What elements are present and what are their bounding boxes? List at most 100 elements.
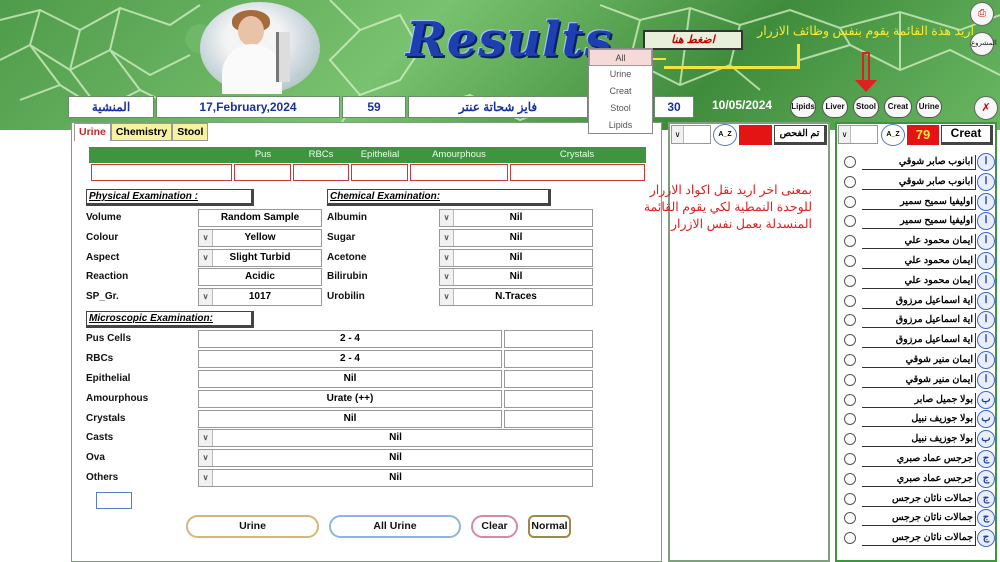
category-dropdown-list[interactable]: All Urine Creat Stool Lipids xyxy=(588,48,653,134)
patient-radio[interactable] xyxy=(844,433,856,446)
patient-row[interactable]: جمالات ناثان جرجس ج xyxy=(838,508,996,528)
patient-radio[interactable] xyxy=(844,353,856,366)
summary-cell-epithelial[interactable] xyxy=(351,164,408,181)
patient-radio[interactable] xyxy=(844,373,856,386)
patient-name[interactable]: ايمان محمود علي xyxy=(862,273,976,289)
patient-letter-badge[interactable]: ج xyxy=(977,489,995,508)
patient-row[interactable]: اية اسماعيل مرزوق ا xyxy=(838,310,996,330)
patient-radio[interactable] xyxy=(844,314,856,327)
dropdown-option[interactable]: All xyxy=(589,49,652,66)
patient-row[interactable]: اية اسماعيل مرزوق ا xyxy=(838,330,996,350)
patient-row[interactable]: بولا جوزيف نبيل ب xyxy=(838,409,996,429)
patient-name[interactable]: جمالات ناثان جرجس xyxy=(862,511,976,527)
patient-name[interactable]: جمالات ناثان جرجس xyxy=(862,491,976,507)
patient-radio[interactable] xyxy=(844,393,856,406)
all-urine-button[interactable]: All Urine xyxy=(329,515,461,538)
patient-radio[interactable] xyxy=(844,274,856,287)
patient-row[interactable]: ايمان منير شوقي ا xyxy=(838,370,996,390)
patient-radio[interactable] xyxy=(844,195,856,208)
done-sort-button[interactable]: A_Z xyxy=(713,124,737,146)
summary-cell-rbcs[interactable] xyxy=(293,164,349,181)
patient-name[interactable]: جمالات ناثان جرجس xyxy=(862,531,976,547)
epithelial-extra[interactable] xyxy=(504,370,593,388)
aspect-select[interactable]: ∨ Slight Turbid xyxy=(198,249,322,267)
patient-row[interactable]: اوليفيا سميح سمير ا xyxy=(838,211,996,231)
chevron-down-icon[interactable]: ∨ xyxy=(199,450,213,466)
patient-radio[interactable] xyxy=(844,156,856,168)
patient-name[interactable]: ابانوب صابر شوقي xyxy=(862,174,976,190)
patient-letter-badge[interactable]: ا xyxy=(977,271,995,290)
small-input[interactable] xyxy=(96,492,132,509)
patients-sort-button[interactable]: A_Z xyxy=(881,124,905,146)
sugar-select[interactable]: ∨ Nil xyxy=(439,229,593,247)
chevron-down-icon[interactable]: ∨ xyxy=(199,470,213,486)
patient-name[interactable]: ايمان محمود علي xyxy=(862,234,976,250)
patient-row[interactable]: ابانوب صابر شوقي ا xyxy=(838,172,996,192)
patient-name[interactable]: اية اسماعيل مرزوق xyxy=(862,313,976,329)
patient-row[interactable]: اوليفيا سميح سمير ا xyxy=(838,192,996,212)
patient-letter-badge[interactable]: ج xyxy=(977,509,995,528)
patient-name[interactable]: بولا جوزيف نبيل xyxy=(862,412,976,428)
others-select[interactable]: ∨ Nil xyxy=(198,469,593,487)
patient-number-field[interactable]: 59 xyxy=(342,96,406,118)
epithelial-field[interactable]: Nil xyxy=(198,370,502,388)
chevron-down-icon[interactable]: ∨ xyxy=(440,289,454,305)
patient-letter-badge[interactable]: ب xyxy=(977,430,995,449)
patient-letter-badge[interactable]: ا xyxy=(977,153,995,171)
patient-letter-badge[interactable]: ب xyxy=(977,390,995,409)
pus-cells-extra[interactable] xyxy=(504,330,593,348)
patient-radio[interactable] xyxy=(844,334,856,347)
dropdown-option[interactable]: Stool xyxy=(589,100,652,117)
patient-letter-badge[interactable]: ج xyxy=(977,529,995,548)
patient-radio[interactable] xyxy=(844,492,856,505)
pus-cells-field[interactable]: 2 - 4 xyxy=(198,330,502,348)
patient-letter-badge[interactable]: ا xyxy=(977,350,995,369)
print-icon[interactable]: ⎙ xyxy=(970,2,994,26)
chevron-down-icon[interactable]: ∨ xyxy=(440,210,454,226)
patient-radio[interactable] xyxy=(844,294,856,307)
bilirubin-select[interactable]: ∨ Nil xyxy=(439,268,593,286)
patient-row[interactable]: بولا جميل صابر ب xyxy=(838,390,996,410)
branch-field[interactable]: المنشية xyxy=(68,96,154,118)
patient-row[interactable]: ايمان محمود علي ا xyxy=(838,251,996,271)
patient-letter-badge[interactable]: ج xyxy=(977,469,995,488)
patient-name[interactable]: اوليفيا سميح سمير xyxy=(862,194,976,210)
patient-row[interactable]: بولا جوزيف نبيل ب xyxy=(838,429,996,449)
patient-name[interactable]: اية اسماعيل مرزوق xyxy=(862,333,976,349)
chevron-down-icon[interactable]: ∨ xyxy=(839,126,851,143)
patient-letter-badge[interactable]: ا xyxy=(977,251,995,270)
project-button[interactable]: المشروع xyxy=(970,32,997,56)
chevron-down-icon[interactable]: ∨ xyxy=(199,230,213,246)
liver-button[interactable]: Liver xyxy=(822,96,848,118)
patient-row[interactable]: ابانوب صابر شوقي ا xyxy=(838,152,996,172)
exit-icon[interactable]: ✗ xyxy=(974,96,998,120)
dropdown-option[interactable]: Urine xyxy=(589,66,652,83)
patient-name[interactable]: اوليفيا سميح سمير xyxy=(862,214,976,230)
patient-letter-badge[interactable]: ا xyxy=(977,311,995,330)
patient-row[interactable]: اية اسماعيل مرزوق ا xyxy=(838,291,996,311)
amourphous-extra[interactable] xyxy=(504,390,593,408)
patient-name[interactable]: ايمان محمود علي xyxy=(862,253,976,269)
patient-name[interactable]: بولا جوزيف نبيل xyxy=(862,432,976,448)
crystals-field[interactable]: Nil xyxy=(198,410,502,428)
sp-gr-select[interactable]: ∨ 1017 xyxy=(198,288,322,306)
dropdown-option[interactable]: Creat xyxy=(589,83,652,100)
patient-radio[interactable] xyxy=(844,472,856,485)
tab-urine[interactable]: Urine xyxy=(74,123,111,141)
patient-letter-badge[interactable]: ا xyxy=(977,192,995,211)
patient-name[interactable]: جرجس عماد صبري xyxy=(862,451,976,467)
crystals-extra[interactable] xyxy=(504,410,593,428)
clear-button[interactable]: Clear xyxy=(471,515,518,538)
patient-name[interactable]: اية اسماعيل مرزوق xyxy=(862,293,976,309)
patient-row[interactable]: جرجس عماد صبري ج xyxy=(838,449,996,469)
summary-cell-amourphous[interactable] xyxy=(410,164,508,181)
patient-letter-badge[interactable]: ب xyxy=(977,410,995,429)
ova-select[interactable]: ∨ Nil xyxy=(198,449,593,467)
patient-letter-badge[interactable]: ا xyxy=(977,212,995,231)
chevron-down-icon[interactable]: ∨ xyxy=(199,250,213,266)
normal-button[interactable]: Normal xyxy=(528,515,571,538)
summary-cell-crystals[interactable] xyxy=(510,164,645,181)
patient-letter-badge[interactable]: ج xyxy=(977,449,995,468)
reaction-field[interactable]: Acidic xyxy=(198,268,322,286)
chevron-down-icon[interactable]: ∨ xyxy=(440,230,454,246)
